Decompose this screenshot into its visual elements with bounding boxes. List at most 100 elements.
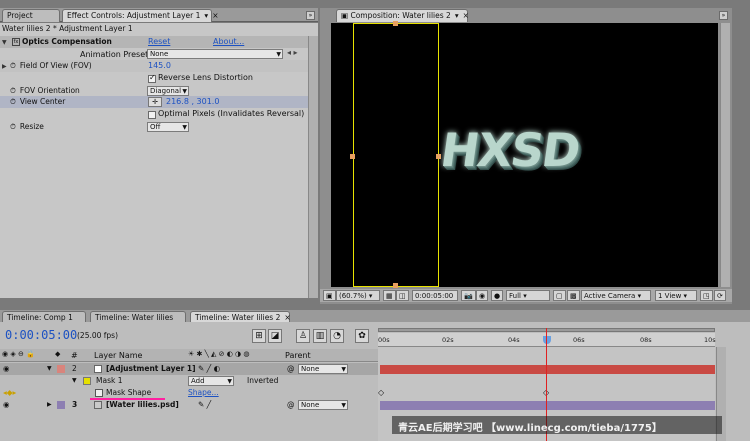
reset-exposure-icon[interactable]: ⟳	[714, 290, 726, 301]
keyframe-nav-icon[interactable]: ◂◆▸	[3, 387, 16, 399]
viewer-icon[interactable]: ▣	[323, 290, 336, 301]
tab-composition-label: Composition: Water lilies 2	[350, 11, 451, 20]
label-color-swatch[interactable]	[57, 401, 65, 409]
channel-icon[interactable]: ●	[491, 290, 504, 301]
comp-flowchart-icon[interactable]: ⊞	[252, 329, 266, 343]
fov-value[interactable]: 145.0	[148, 61, 171, 70]
frame-blending-icon[interactable]: ▥	[313, 329, 327, 343]
keyframe-diamond-icon[interactable]: ◇	[378, 388, 384, 397]
layer-number: 3	[72, 400, 78, 409]
expand-triangle-icon[interactable]: ▶	[47, 399, 52, 411]
mask-inverted-label[interactable]: Inverted	[247, 375, 278, 387]
layer-name[interactable]: [Adjustment Layer 1]	[106, 363, 196, 375]
camera-value: Active Camera	[584, 292, 636, 300]
mask-name[interactable]: Mask 1	[96, 375, 122, 387]
viewer-timecode[interactable]: 0:00:05:00	[412, 290, 458, 301]
layer-switches[interactable]: ✎ ╱ ◐	[198, 363, 220, 375]
snapshot-icon[interactable]: 📷	[461, 290, 476, 301]
stopwatch-icon[interactable]	[95, 389, 103, 397]
shy-layers-icon[interactable]: ♙	[296, 329, 310, 343]
mask-color-swatch[interactable]	[83, 377, 91, 385]
mask-shape-row[interactable]: ◂◆▸ Mask Shape Shape...	[0, 387, 378, 399]
zoom-dropdown[interactable]: (60.7%) ▾	[336, 290, 380, 301]
crosshair-icon[interactable]: ✛	[148, 97, 162, 107]
resolution-dropdown[interactable]: Full ▾	[506, 290, 550, 301]
stopwatch-icon[interactable]: ⏱	[10, 86, 16, 95]
orientation-dropdown[interactable]: Diagonal ▼	[147, 86, 189, 96]
tab-effect-controls[interactable]: Effect Controls: Adjustment Layer 1 ▾ ×	[62, 9, 218, 22]
expand-triangle-icon[interactable]: ▼	[2, 37, 10, 49]
effect-panel-scrollbar[interactable]	[308, 36, 318, 298]
layer-duration-bar[interactable]	[380, 365, 715, 374]
expand-triangle-icon[interactable]: ▼	[72, 375, 77, 387]
transparency-grid-icon[interactable]: ▩	[567, 290, 580, 301]
prop-row-fov[interactable]: ▶ ⏱ Field Of View (FOV)	[2, 60, 92, 72]
stopwatch-icon[interactable]: ⏱	[10, 122, 16, 131]
timeline-timecode[interactable]: 0:00:05:00	[5, 328, 77, 342]
stopwatch-icon[interactable]: ⏱	[10, 97, 16, 106]
view-layout-dropdown[interactable]: 1 View ▾	[655, 290, 697, 301]
viewer-scrollbar[interactable]	[720, 23, 730, 287]
layer-bounds-box[interactable]	[353, 23, 439, 287]
animation-presets-label: Animation Presets:	[80, 50, 156, 59]
toggle-pixel-icon[interactable]: ◳	[700, 290, 713, 301]
tab-dropdown-icon[interactable]: ▾	[204, 10, 208, 22]
mask-row[interactable]: ▼ Mask 1 Add ▼ Inverted	[0, 375, 378, 387]
chevron-down-icon: ▼	[182, 124, 187, 131]
ruler-label: 02s	[442, 336, 454, 344]
expand-triangle-icon[interactable]: ▶	[2, 61, 10, 73]
composition-viewport[interactable]: HXSD	[331, 21, 718, 288]
camera-dropdown[interactable]: Active Camera ▾	[581, 290, 651, 301]
expand-triangle-icon[interactable]: ▼	[47, 363, 52, 375]
parent-dropdown[interactable]: None ▼	[298, 400, 348, 410]
layer-duration-bar[interactable]	[380, 401, 715, 410]
animation-presets-dropdown[interactable]: None ▼	[147, 49, 283, 59]
effect-header[interactable]: ▼ fx Optics Compensation	[2, 36, 112, 48]
mask-visibility-icon[interactable]: ◫	[396, 290, 409, 301]
animation-presets-value: None	[150, 50, 169, 58]
layer-handle[interactable]	[393, 21, 398, 26]
about-link[interactable]: About...	[213, 37, 244, 46]
tab-dropdown-icon[interactable]: ▾	[455, 10, 459, 22]
tab-composition[interactable]: ▣ Composition: Water lilies 2 ▾ ×	[336, 9, 469, 22]
draft-3d-icon[interactable]: ◪	[268, 329, 282, 343]
close-icon[interactable]: ×	[463, 10, 469, 22]
mask-mode-dropdown[interactable]: Add ▼	[188, 376, 234, 386]
col-parent: Parent	[285, 351, 311, 360]
layer-name[interactable]: [Water lilies.psd]	[106, 399, 179, 411]
preset-nav-icons[interactable]: ◂ ▸	[287, 48, 298, 57]
col-layer-name[interactable]: Layer Name	[94, 351, 142, 360]
panel-menu-icon[interactable]: »	[306, 11, 315, 20]
eye-icon[interactable]: ◉	[3, 399, 10, 411]
show-snapshot-icon[interactable]: ◉	[476, 290, 489, 301]
optimal-pixels-checkbox[interactable]	[148, 111, 156, 119]
parent-pickwhip-icon[interactable]: @	[287, 399, 295, 411]
view-center-value[interactable]: 216.8 , 301.0	[166, 97, 219, 106]
panel-menu-icon[interactable]: »	[719, 11, 728, 20]
reset-link[interactable]: Reset	[148, 37, 170, 46]
prop-row-view-center[interactable]: ⏱ View Center	[2, 96, 65, 108]
reverse-distortion-checkbox[interactable]	[148, 73, 156, 83]
parent-pickwhip-icon[interactable]: @	[287, 363, 295, 375]
layer-row[interactable]: ◉ ▶ 3 [Water lilies.psd] ✎ ╱ @ None ▼	[0, 399, 378, 411]
layer-handle[interactable]	[350, 154, 355, 159]
prop-row-resize[interactable]: ⏱ Resize	[2, 121, 44, 133]
effect-breadcrumb: Water lilies 2 * Adjustment Layer 1	[2, 24, 133, 33]
stopwatch-icon[interactable]: ⏱	[10, 61, 16, 70]
resize-dropdown[interactable]: Off ▼	[147, 122, 189, 132]
eye-icon[interactable]: ◉	[3, 363, 10, 375]
mask-shape-value[interactable]: Shape...	[188, 387, 219, 399]
layer-row[interactable]: ◉ ▼ 2 [Adjustment Layer 1] ✎ ╱ ◐ @ None ▼	[0, 363, 378, 375]
label-color-swatch[interactable]	[57, 365, 65, 373]
playhead-marker[interactable]	[543, 336, 551, 344]
brainstorm-icon[interactable]: ✿	[355, 329, 369, 343]
layer-switches[interactable]: ✎ ╱	[198, 399, 211, 411]
parent-dropdown[interactable]: None ▼	[298, 364, 348, 374]
switches-icons: ☀ ✱ ╲ ◭ ⊘ ◐ ◑ ◍	[188, 350, 250, 358]
roi-icon[interactable]: ▢	[553, 290, 566, 301]
layer-handle[interactable]	[393, 283, 398, 288]
close-icon[interactable]: ×	[212, 10, 218, 22]
safe-margins-icon[interactable]: ▦	[383, 290, 396, 301]
tab-project[interactable]: Project	[2, 9, 60, 22]
motion-blur-icon[interactable]: ◔	[330, 329, 344, 343]
